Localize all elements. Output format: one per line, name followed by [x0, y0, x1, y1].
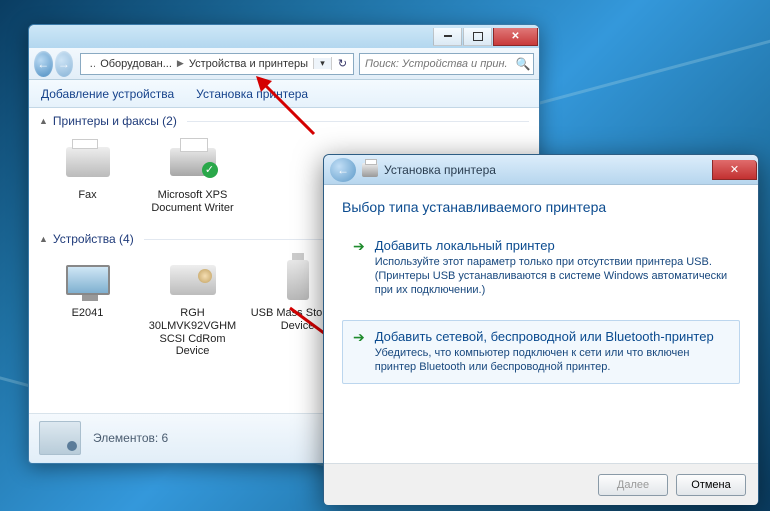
maximize-button[interactable]	[463, 28, 492, 46]
option-title: Добавить локальный принтер	[375, 238, 729, 253]
cancel-button[interactable]: Отмена	[676, 474, 746, 496]
device-label: Fax	[39, 189, 136, 202]
device-item-monitor[interactable]: E2041	[35, 252, 140, 362]
explorer-toolbar: Добавление устройства Установка принтера	[29, 80, 539, 108]
fax-icon	[66, 147, 110, 177]
device-item-xps[interactable]: ✓ Microsoft XPS Document Writer	[140, 134, 245, 218]
arrow-right-icon: ➔	[353, 329, 365, 345]
status-count: Элементов: 6	[93, 431, 168, 445]
breadcrumb-segment[interactable]: Оборудован...	[95, 54, 177, 74]
arrow-right-icon: ➔	[353, 238, 365, 254]
device-label: RGH 30LMVK92VGHM SCSI CdRom Device	[144, 307, 241, 358]
nav-forward-button[interactable]: →	[55, 51, 74, 77]
chevron-down-icon: ▲	[39, 116, 48, 126]
breadcrumb-dropdown[interactable]: ▾	[313, 58, 331, 69]
group-title: Принтеры и факсы (2)	[53, 114, 177, 128]
search-box[interactable]: 🔍	[359, 53, 534, 75]
option-description: Убедитесь, что компьютер подключен к сет…	[375, 347, 729, 375]
wizard-heading: Выбор типа устанавливаемого принтера	[342, 199, 740, 215]
option-description: Используйте этот параметр только при отс…	[375, 256, 729, 297]
group-header-printers[interactable]: ▲ Принтеры и факсы (2)	[29, 108, 539, 130]
wizard-footer: Далее Отмена	[324, 463, 758, 505]
printer-icon	[362, 163, 378, 177]
breadcrumb[interactable]: « Оборудован... ▶ Устройства и принтеры …	[80, 53, 354, 75]
explorer-titlebar	[29, 25, 539, 48]
printer-icon: ✓	[170, 148, 216, 176]
add-device-menu[interactable]: Добавление устройства	[39, 83, 176, 105]
wizard-close-button[interactable]: ✕	[712, 160, 757, 180]
chevron-down-icon: ▲	[39, 234, 48, 244]
monitor-icon	[66, 265, 110, 295]
chevron-right-icon: ▶	[177, 58, 184, 69]
option-network-printer[interactable]: ➔ Добавить сетевой, беспроводной или Blu…	[342, 320, 740, 384]
cdrom-icon	[170, 265, 216, 295]
close-button[interactable]	[493, 28, 538, 46]
usb-drive-icon	[287, 260, 309, 300]
group-title: Устройства (4)	[53, 232, 134, 246]
wizard-title: Установка принтера	[384, 163, 712, 177]
search-input[interactable]	[360, 58, 513, 70]
add-printer-menu[interactable]: Установка принтера	[194, 83, 310, 105]
option-title: Добавить сетевой, беспроводной или Bluet…	[375, 329, 729, 344]
nav-back-button[interactable]: ←	[34, 51, 53, 77]
device-item-cdrom[interactable]: RGH 30LMVK92VGHM SCSI CdRom Device	[140, 252, 245, 362]
device-label: Microsoft XPS Document Writer	[144, 189, 241, 214]
breadcrumb-segment[interactable]: Устройства и принтеры	[184, 54, 313, 74]
option-local-printer[interactable]: ➔ Добавить локальный принтер Используйте…	[342, 229, 740, 306]
refresh-icon[interactable]: ↻	[331, 57, 353, 70]
wizard-titlebar: ← Установка принтера ✕	[324, 155, 758, 185]
wizard-body: Выбор типа устанавливаемого принтера ➔ Д…	[324, 185, 758, 463]
next-button[interactable]: Далее	[598, 474, 668, 496]
search-icon[interactable]: 🔍	[513, 57, 533, 71]
default-check-icon: ✓	[202, 162, 218, 178]
explorer-navbar: ← → « Оборудован... ▶ Устройства и принт…	[29, 48, 539, 80]
add-printer-wizard: ← Установка принтера ✕ Выбор типа устана…	[323, 154, 759, 504]
wizard-back-button[interactable]: ←	[330, 158, 356, 182]
minimize-button[interactable]	[433, 28, 462, 46]
camera-icon	[39, 421, 81, 455]
device-item-fax[interactable]: Fax	[35, 134, 140, 218]
device-label: E2041	[39, 307, 136, 320]
